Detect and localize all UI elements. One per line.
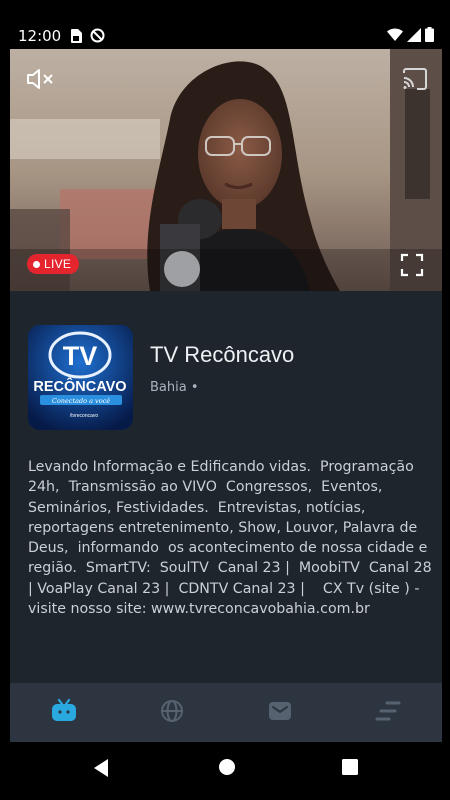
sim-card-icon — [70, 28, 82, 47]
live-dot-icon — [33, 260, 40, 268]
status-time: 12:00 — [18, 27, 62, 45]
status-bar: 12:00 — [10, 22, 442, 49]
system-nav-bar — [0, 742, 450, 800]
back-icon[interactable] — [92, 758, 110, 782]
video-player[interactable]: LIVE — [10, 49, 442, 291]
nav-item-menu[interactable] — [334, 683, 442, 742]
channel-region: Bahia • — [150, 380, 199, 395]
wifi-icon — [387, 27, 403, 46]
menu-icon — [375, 700, 401, 726]
logo-tagline-text: Conectado a você — [52, 397, 110, 405]
signal-icon — [407, 27, 421, 46]
channel-description: Levando Informação e Edificando vidas. P… — [28, 459, 437, 618]
live-label: LIVE — [44, 257, 72, 271]
nav-item-explore[interactable] — [118, 683, 226, 742]
nav-item-tv[interactable] — [10, 683, 118, 742]
cast-icon[interactable] — [402, 67, 428, 91]
logo-tv-text: TV — [63, 341, 98, 371]
channel-logo: TV RECÔNCAVO Conectado a você /tvreconca… — [28, 325, 133, 430]
logo-name-text: RECÔNCAVO — [33, 377, 126, 395]
recents-icon[interactable] — [342, 759, 358, 779]
channel-name: TV Recôncavo — [150, 342, 295, 367]
battery-icon — [425, 27, 434, 46]
app-screen: 12:00 LIVE TV RECÔNCAVO Conectado a você… — [10, 22, 442, 742]
live-badge: LIVE — [27, 254, 80, 274]
tv-icon — [51, 698, 77, 727]
video-frame — [10, 49, 442, 291]
nav-item-messages[interactable] — [226, 683, 334, 742]
do-not-disturb-icon — [90, 28, 105, 47]
fullscreen-icon[interactable] — [400, 253, 424, 277]
mute-icon[interactable] — [26, 67, 56, 91]
home-icon[interactable] — [218, 758, 236, 780]
channel-info: TV RECÔNCAVO Conectado a você /tvreconca… — [10, 291, 442, 683]
mail-icon — [269, 701, 291, 724]
logo-handle-text: /tvreconcavo — [70, 413, 99, 419]
bottom-nav — [10, 683, 442, 742]
globe-icon — [160, 699, 184, 727]
